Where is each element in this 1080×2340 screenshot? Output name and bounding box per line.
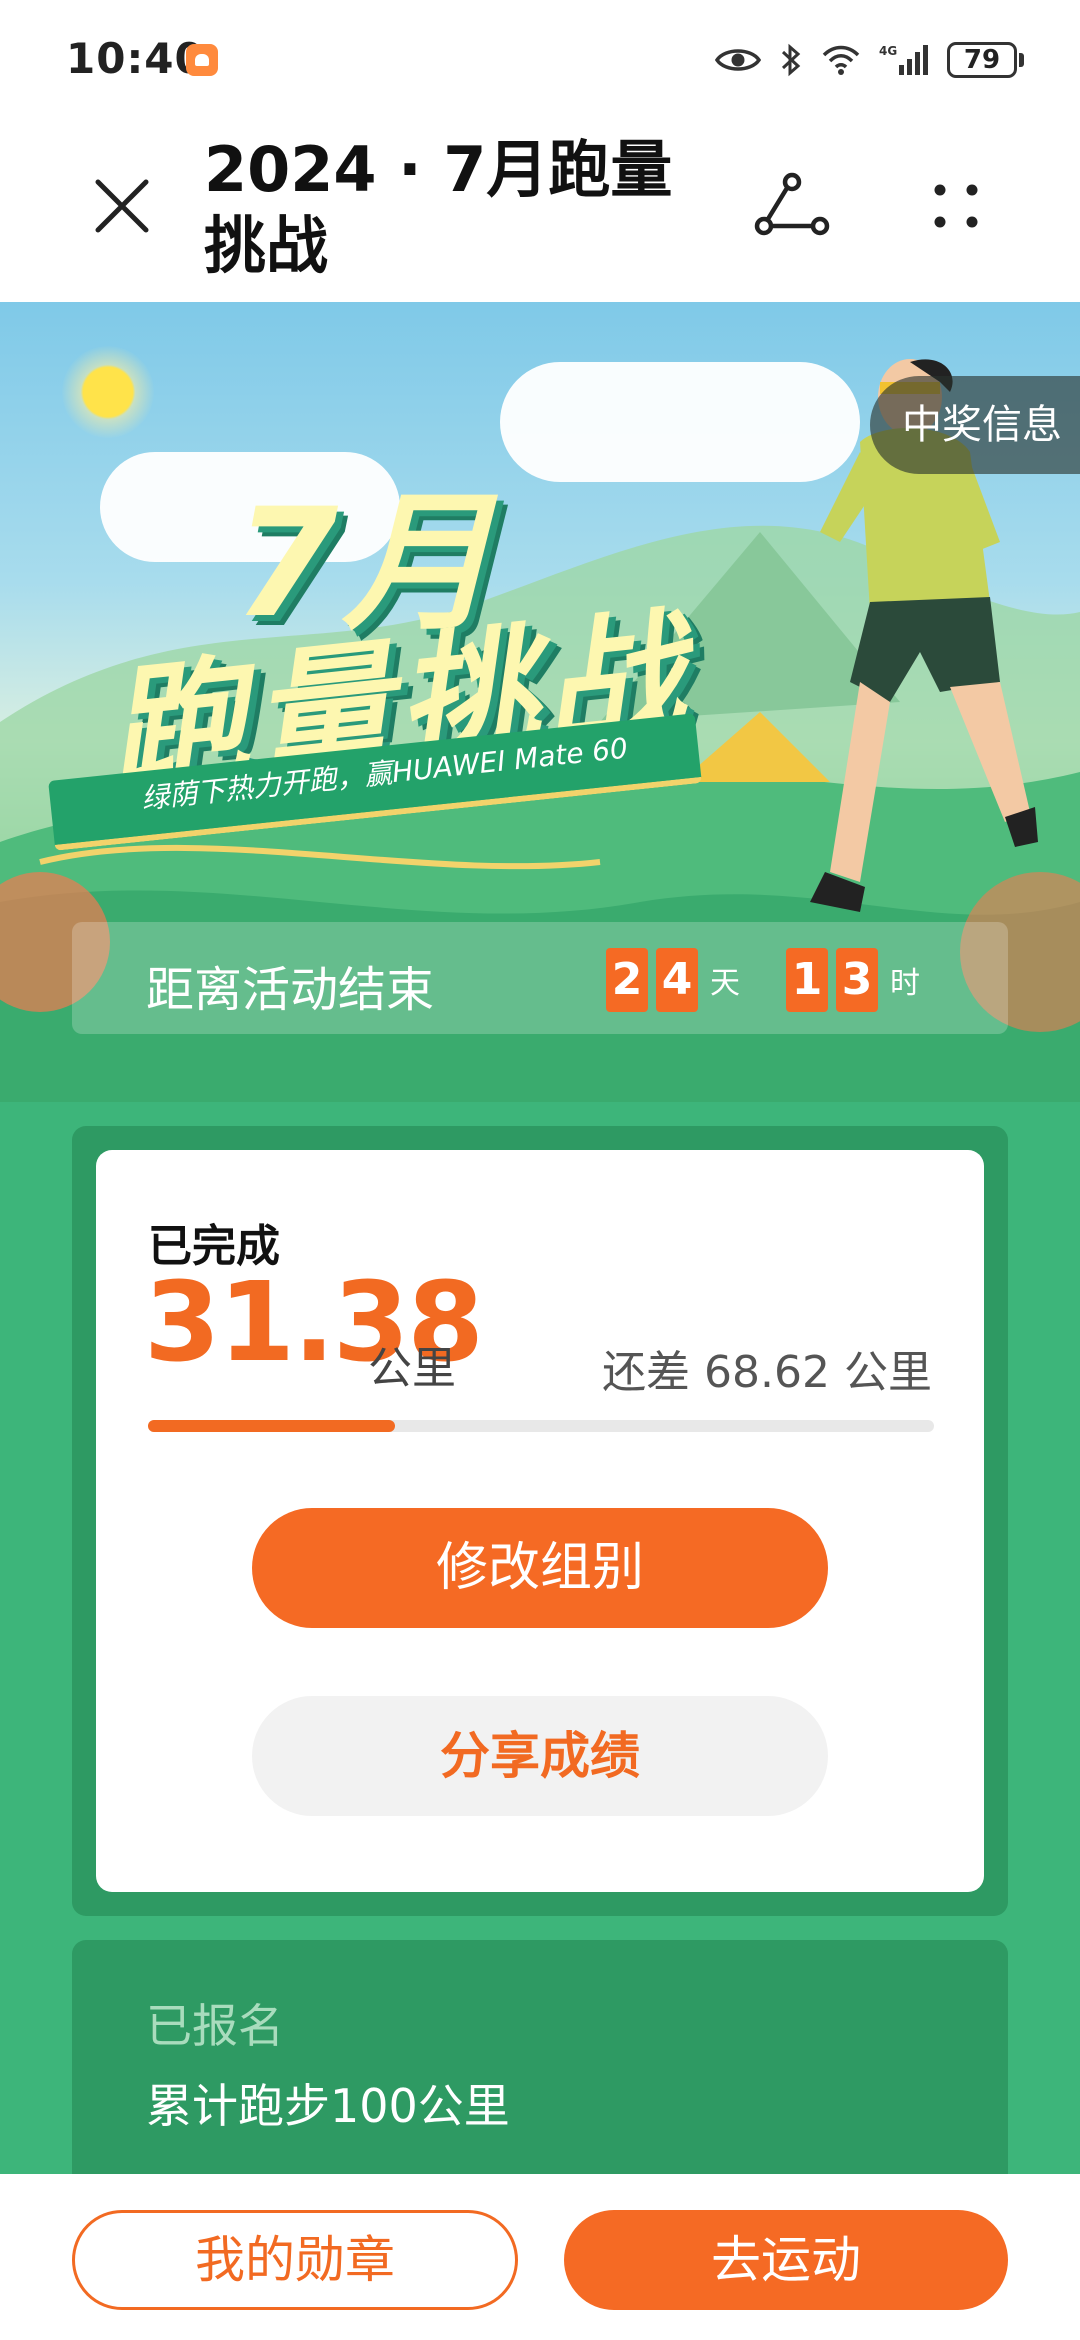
progress-section: 已完成 31.38 公里 还差 68.62 公里 修改组别 分享成绩	[72, 1126, 1008, 1916]
countdown-panel: 距离活动结束 2 4 天 1 3 时	[72, 922, 1008, 1034]
prize-info-button[interactable]: 中奖信息	[870, 376, 1080, 474]
event-banner: 7月 跑量挑战 绿荫下热力开跑，赢HUAWEI Mate 60 中奖信息 距离活…	[0, 302, 1080, 1102]
countdown-digit: 1	[786, 948, 828, 1012]
wifi-icon	[822, 45, 860, 75]
countdown-digit: 4	[656, 948, 698, 1012]
change-group-button[interactable]: 修改组别	[252, 1508, 828, 1628]
progress-bar	[148, 1420, 934, 1432]
bluetooth-icon	[781, 43, 801, 77]
battery-level: 79	[947, 42, 1017, 78]
progress-card: 已完成 31.38 公里 还差 68.62 公里 修改组别 分享成绩	[96, 1150, 984, 1892]
status-bar: 10:40 4G 79	[0, 0, 1080, 120]
battery-icon: 79	[947, 42, 1024, 78]
share-icon[interactable]	[752, 168, 832, 248]
bottom-action-bar: 我的勋章 去运动	[0, 2174, 1080, 2340]
registration-label: 已报名	[146, 1999, 284, 2053]
my-medals-button[interactable]: 我的勋章	[72, 2210, 518, 2310]
share-result-button[interactable]: 分享成绩	[252, 1696, 828, 1816]
go-exercise-button[interactable]: 去运动	[564, 2210, 1008, 2310]
countdown-days: 2 4 天	[606, 948, 740, 1012]
remaining-distance: 还差 68.62 公里	[602, 1347, 932, 1398]
eye-icon	[715, 49, 761, 71]
days-unit: 天	[710, 966, 740, 1001]
countdown-hours: 1 3 时	[786, 948, 920, 1012]
status-icons: 4G 79	[715, 38, 1024, 82]
countdown-label: 距离活动结束	[146, 962, 435, 1018]
progress-bar-fill	[148, 1420, 395, 1432]
svg-text:4G: 4G	[879, 44, 897, 58]
countdown-digit: 2	[606, 948, 648, 1012]
4g-signal-icon: 4G	[879, 44, 928, 75]
title-bar: 2024 · 7月跑量挑战	[0, 120, 1080, 302]
registration-panel: 已报名 累计跑步100公里	[72, 1940, 1008, 2180]
countdown-digit: 3	[836, 948, 878, 1012]
close-icon[interactable]	[86, 170, 158, 242]
more-icon[interactable]	[916, 168, 996, 248]
page-title: 2024 · 7月跑量挑战	[204, 133, 673, 282]
app-icon	[186, 44, 218, 76]
registration-detail: 累计跑步100公里	[146, 2079, 510, 2133]
status-time: 10:40	[66, 34, 205, 83]
distance-unit: 公里	[368, 1343, 456, 1394]
hours-unit: 时	[890, 966, 920, 1001]
